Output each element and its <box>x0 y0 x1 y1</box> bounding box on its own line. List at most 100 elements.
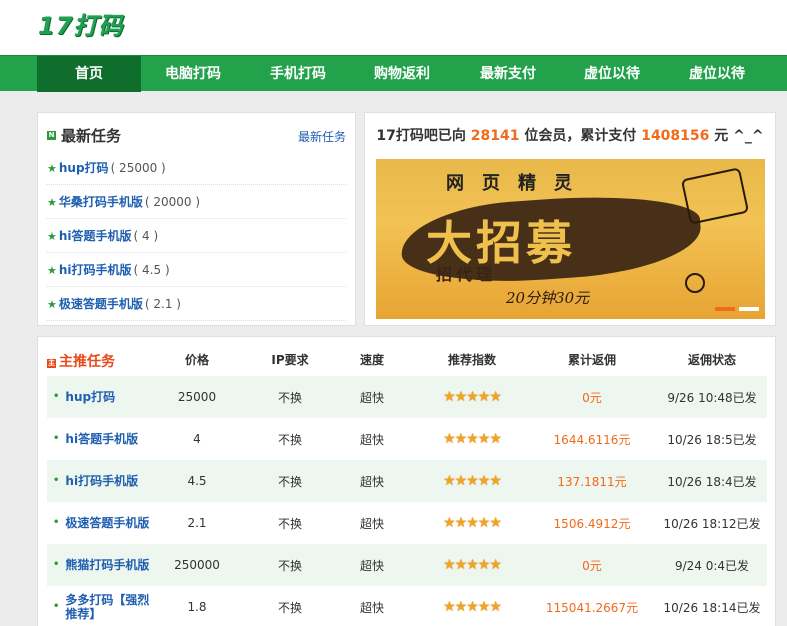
task-link[interactable]: 华桑打码手机版 <box>59 195 143 209</box>
price-cell: 2.1 <box>187 516 207 530</box>
stats-prefix: 17打码吧已向 <box>376 128 471 144</box>
hot-badge-icon: 主 <box>47 359 56 368</box>
bullet-icon: • <box>53 391 60 402</box>
stickman-doodle-icon <box>685 273 705 293</box>
task-name: 多多打码【强烈推荐】 <box>65 593 150 621</box>
task-name: 熊猫打码手机版 <box>65 558 150 572</box>
nav-item-mobile-captcha[interactable]: 手机打码 <box>246 56 350 92</box>
bullet-icon: • <box>53 601 60 612</box>
column-header-rating: 推荐指数 <box>447 353 496 367</box>
main-nav: 首页 电脑打码 手机打码 购物返利 最新支付 虚位以待 虚位以待 <box>0 55 787 92</box>
column-header-speed: 速度 <box>359 353 384 367</box>
rating-stars-icon: ★★★★★ <box>443 557 502 573</box>
star-icon: ★ <box>47 196 57 209</box>
ip-cell: 不换 <box>277 516 302 531</box>
task-name-link[interactable]: • hi答题手机版 <box>47 418 157 460</box>
task-name: 极速答题手机版 <box>65 516 150 530</box>
bullet-icon: • <box>53 475 60 486</box>
stats-mid: 位会员，累计支付 <box>519 128 642 144</box>
carousel-dot[interactable] <box>739 307 759 311</box>
latest-tasks-panel: N 最新任务 最新任务 ★ hup打码( 25000 ) ★ 华桑打码手机版( 20… <box>37 112 356 326</box>
carousel-dot[interactable] <box>715 307 735 311</box>
task-count: ( 25000 ) <box>110 161 166 175</box>
table-row: • 极速答题手机版 2.1 不换 超快 ★★★★★ 1506.4912元 10/2… <box>47 502 767 544</box>
carousel-dots <box>711 296 759 315</box>
rebate-cell: 115041.2667元 <box>545 600 639 615</box>
bullet-icon: • <box>53 433 60 444</box>
column-header-rebate: 累计返佣 <box>567 353 616 367</box>
ip-cell: 不换 <box>277 432 302 447</box>
nav-item-pc-captcha[interactable]: 电脑打码 <box>141 56 245 92</box>
speed-cell: 超快 <box>359 432 384 447</box>
banner-panel: 17打码吧已向 28141 位会员，累计支付 1408156 元 ^_^ 网页精… <box>364 112 776 326</box>
list-item: ★ hup打码( 25000 ) <box>47 151 346 185</box>
price-cell: 4 <box>193 432 201 446</box>
nav-item-home[interactable]: 首页 <box>37 56 141 92</box>
nav-item-vacant-2[interactable]: 虚位以待 <box>665 56 769 92</box>
rebate-cell: 137.1811元 <box>557 474 627 489</box>
rebate-cell: 0元 <box>582 558 602 573</box>
rating-stars-icon: ★★★★★ <box>443 515 502 531</box>
column-header-price: 价格 <box>184 353 209 367</box>
ip-cell: 不换 <box>277 390 302 405</box>
banner-bottom-text: 20分钟30元 <box>506 289 590 307</box>
price-cell: 1.8 <box>187 600 207 614</box>
star-icon: ★ <box>47 298 57 311</box>
nav-item-shopping-rebate[interactable]: 购物返利 <box>350 56 454 92</box>
task-name-link[interactable]: • 熊猫打码手机版 <box>47 544 157 586</box>
rebate-cell: 1644.6116元 <box>553 432 631 447</box>
bullet-icon: • <box>53 559 60 570</box>
task-name-link[interactable]: • 多多打码【强烈推荐】 <box>47 586 157 626</box>
star-icon: ★ <box>47 264 57 277</box>
task-count: ( 4 ) <box>133 229 159 243</box>
nav-item-vacant-1[interactable]: 虚位以待 <box>560 56 664 92</box>
stats-suffix: 元 ^_^ <box>709 128 764 144</box>
task-link[interactable]: hi答题手机版 <box>59 229 132 243</box>
table-row: • 熊猫打码手机版 250000 不换 超快 ★★★★★ 0元 9/24 0:4已… <box>47 544 767 586</box>
price-cell: 250000 <box>174 558 220 572</box>
total-paid: 1408156 <box>641 128 710 144</box>
table-row: • hup打码 25000 不换 超快 ★★★★★ 0元 9/26 10:48已发 <box>47 376 767 418</box>
rating-stars-icon: ★★★★★ <box>443 431 502 447</box>
latest-tasks-title: 最新任务 <box>61 127 122 145</box>
task-count: ( 20000 ) <box>144 195 201 209</box>
price-cell: 25000 <box>177 390 217 404</box>
ip-cell: 不换 <box>277 558 302 573</box>
site-logo[interactable]: 17打码 <box>38 6 123 41</box>
banner-top-text: 网页精灵 <box>446 173 590 194</box>
speed-cell: 超快 <box>359 390 384 405</box>
task-count: ( 4.5 ) <box>133 263 170 277</box>
stats-line: 17打码吧已向 28141 位会员，累计支付 1408156 元 ^_^ <box>365 125 775 145</box>
latest-tasks-more-link[interactable]: 最新任务 <box>298 128 346 145</box>
task-name-link[interactable]: • 极速答题手机版 <box>47 502 157 544</box>
nav-item-latest-payments[interactable]: 最新支付 <box>456 56 560 92</box>
featured-title-text: 主推任务 <box>59 354 115 370</box>
list-item: ★ hi答题手机版( 4 ) <box>47 219 346 253</box>
task-name: hup打码 <box>65 390 116 404</box>
member-count: 28141 <box>470 128 520 144</box>
rating-stars-icon: ★★★★★ <box>443 389 502 405</box>
star-icon: ★ <box>47 230 57 243</box>
latest-tasks-list: ★ hup打码( 25000 ) ★ 华桑打码手机版( 20000 ) ★ hi答题手… <box>47 151 346 321</box>
task-link[interactable]: hup打码 <box>59 161 109 175</box>
task-name-link[interactable]: • hup打码 <box>47 376 157 418</box>
task-link[interactable]: hi打码手机版 <box>59 263 132 277</box>
task-link[interactable]: 极速答题手机版 <box>59 297 143 311</box>
list-item: ★ hi打码手机版( 4.5 ) <box>47 253 346 287</box>
table-row: • hi打码手机版 4.5 不换 超快 ★★★★★ 137.1811元 10/26… <box>47 460 767 502</box>
status-cell: 10/26 18:4已发 <box>667 474 757 489</box>
list-item: ★ 极速答题手机版( 2.1 ) <box>47 287 346 321</box>
column-header-ip: IP要求 <box>271 353 309 367</box>
rating-stars-icon: ★★★★★ <box>443 599 502 615</box>
new-badge-icon: N <box>47 131 56 140</box>
status-cell: 10/26 18:12已发 <box>663 516 761 531</box>
task-name: hi答题手机版 <box>65 432 139 446</box>
table-row: • hi答题手机版 4 不换 超快 ★★★★★ 1644.6116元 10/26 … <box>47 418 767 460</box>
banner-mid-text: 招代理 <box>436 265 497 284</box>
task-name-link[interactable]: • hi打码手机版 <box>47 460 157 502</box>
ip-cell: 不换 <box>277 474 302 489</box>
status-cell: 10/26 18:14已发 <box>663 600 761 615</box>
speed-cell: 超快 <box>359 516 384 531</box>
status-cell: 10/26 18:5已发 <box>667 432 757 447</box>
recruit-banner-image[interactable]: 网页精灵 大招募 招代理 20分钟30元 <box>376 159 765 319</box>
